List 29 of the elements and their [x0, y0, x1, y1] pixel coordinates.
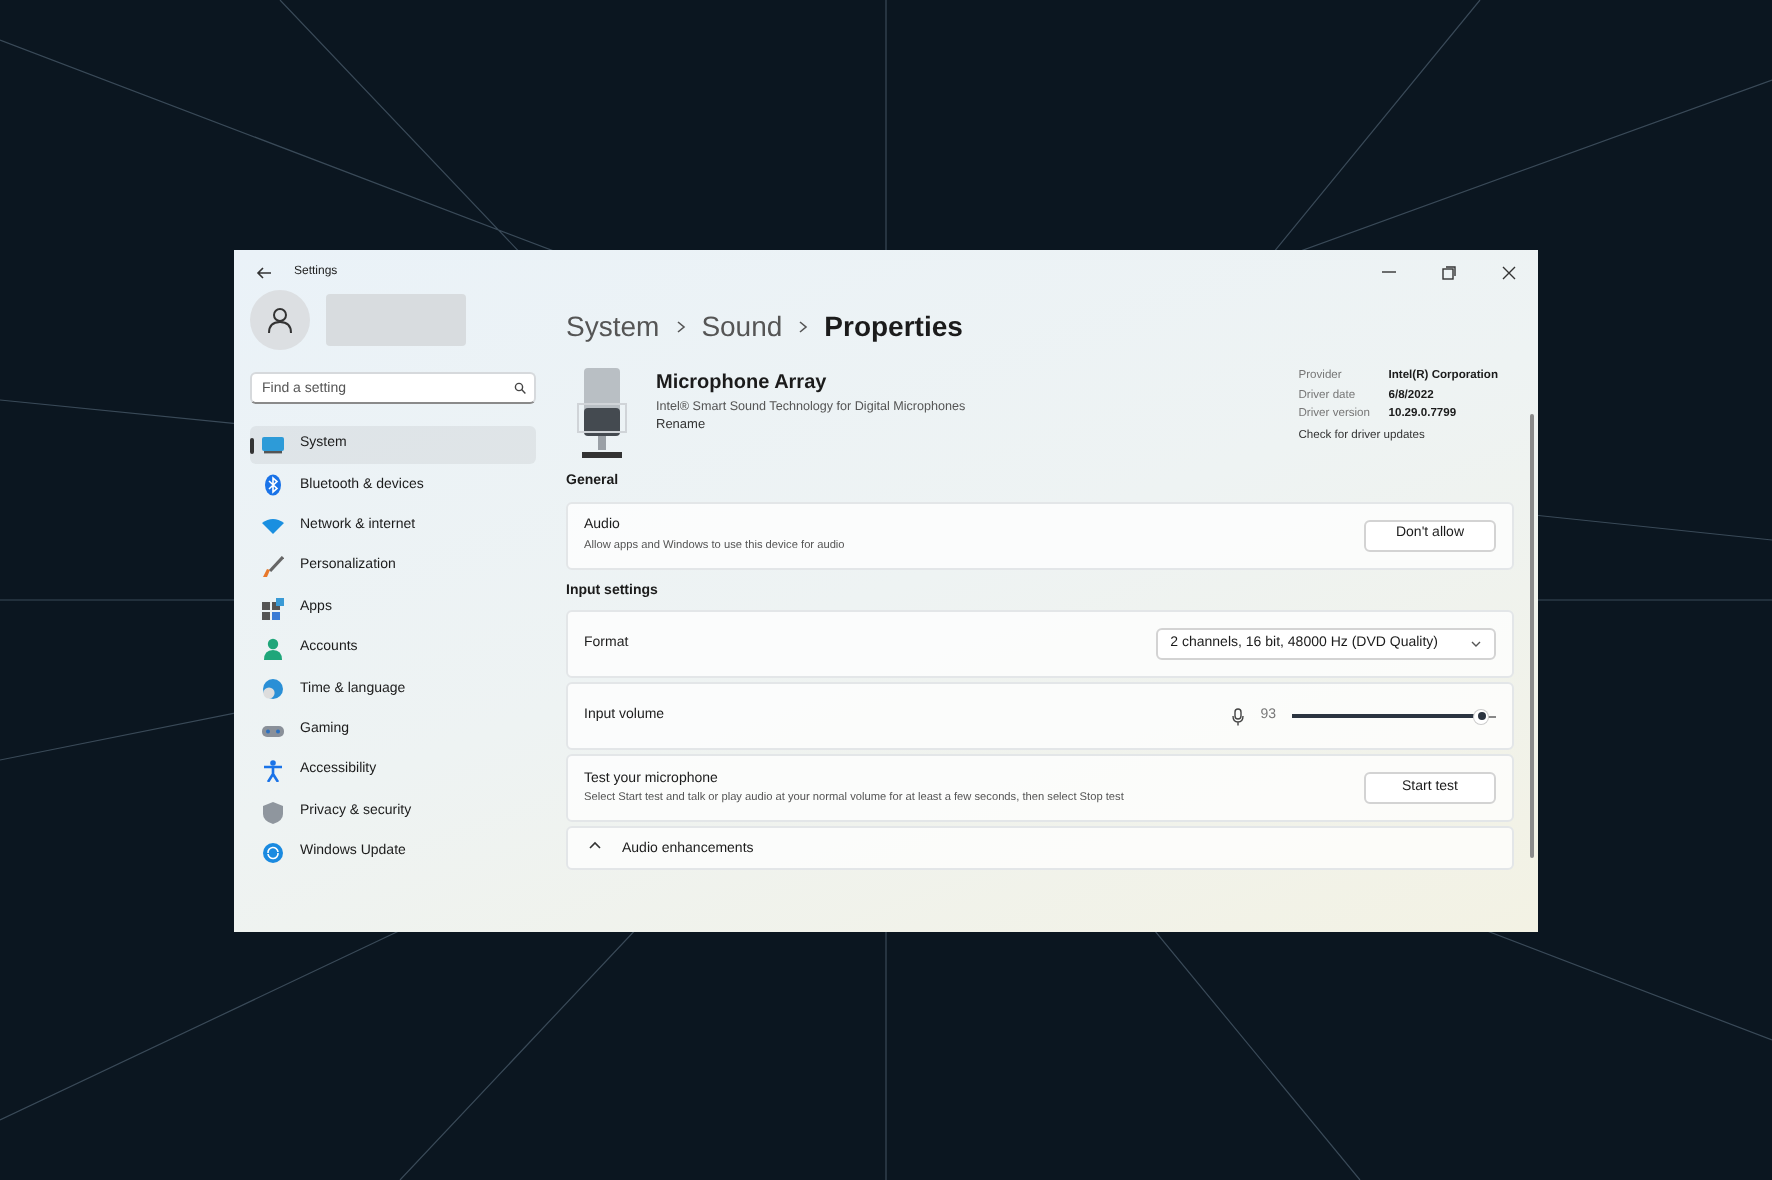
- page-title: Properties: [824, 308, 963, 346]
- volume-slider[interactable]: [1292, 709, 1496, 723]
- slider-thumb[interactable]: [1474, 709, 1489, 723]
- chevron-icon: [588, 840, 602, 850]
- accessibility-icon: [262, 760, 284, 783]
- restore-icon: [1441, 265, 1455, 279]
- apps-icon: [262, 597, 284, 620]
- search-icon: [514, 382, 526, 394]
- monitor-icon: [262, 434, 284, 456]
- avatar-icon[interactable]: [250, 290, 310, 350]
- chevron-icon: [1470, 640, 1482, 648]
- globe-icon: [262, 678, 284, 701]
- person-icon: [262, 637, 284, 660]
- chevron-icon: [675, 320, 686, 334]
- chevron-icon: [798, 320, 809, 334]
- wifi-icon: [262, 515, 284, 538]
- breadcrumb-link[interactable]: System: [566, 306, 660, 348]
- minimize-icon: [1381, 270, 1395, 274]
- close-icon: [1501, 265, 1515, 279]
- microphone-icon: [1232, 707, 1245, 725]
- microphone-device-icon: [576, 368, 628, 460]
- account-name-placeholder: [326, 294, 466, 346]
- device-name: Microphone Array: [656, 370, 829, 398]
- back-arrow-icon: [256, 265, 272, 279]
- brush-icon: [262, 556, 284, 579]
- refresh-icon: [262, 841, 284, 864]
- shield-icon: [262, 801, 284, 824]
- bluetooth-icon: [262, 474, 284, 497]
- breadcrumb-link[interactable]: Sound: [701, 306, 783, 348]
